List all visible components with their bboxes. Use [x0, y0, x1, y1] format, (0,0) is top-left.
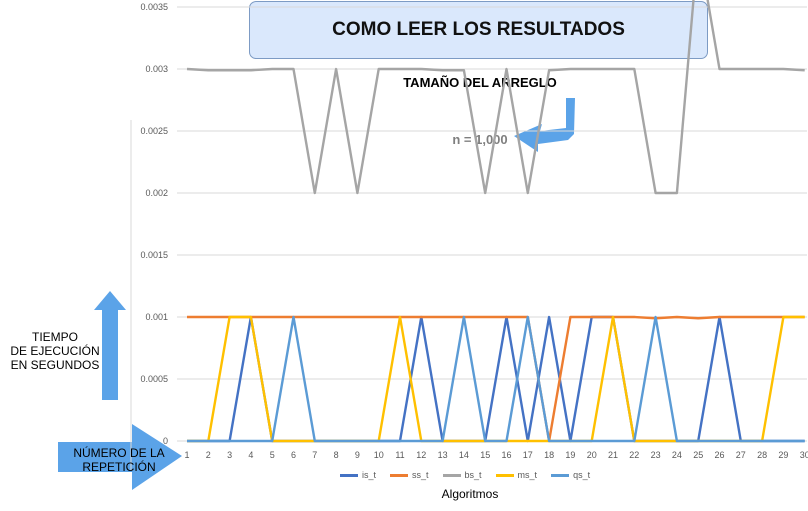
- x-tick-label: 20: [587, 450, 597, 460]
- legend-swatch: [340, 473, 358, 477]
- x-tick-label: 10: [374, 450, 384, 460]
- x-tick-label: 23: [651, 450, 661, 460]
- y-tick-label: 0.0035: [140, 2, 168, 12]
- y-tick-label: 0.0015: [140, 250, 168, 260]
- y-tick-label: 0.0025: [140, 126, 168, 136]
- legend-item: ms_t: [495, 470, 538, 480]
- x-tick-label: 11: [395, 450, 404, 460]
- x-tick-labels: 1 2 3 4 5 6 7 8 9 10 11 12 13 14 15 16 17 18 19 20 21 22 23 24 2…: [184, 450, 808, 460]
- legend-label: is_t: [362, 470, 377, 480]
- legend-swatch: [390, 473, 409, 477]
- y-tick-label: 0.0005: [140, 374, 168, 384]
- series-line-bs-t: [186, 0, 805, 195]
- legend-label: ms_t: [517, 470, 538, 480]
- legend-swatch: [495, 473, 514, 477]
- x-tick-label: 18: [544, 450, 554, 460]
- legend-label: ss_t: [412, 470, 429, 480]
- repetition-axis-annotation: NÚMERO DE LA REPETICIÓN: [60, 446, 178, 474]
- x-tick-label: 6: [291, 450, 296, 460]
- x-tick-label: 9: [355, 450, 360, 460]
- y-tick-label: 0.001: [145, 312, 168, 322]
- series-lines: [186, 0, 805, 443]
- x-tick-label: 24: [672, 450, 682, 460]
- y-tick-labels: 0 0.0005 0.001 0.0015 0.002 0.0025 0.003 0.0035…: [140, 2, 168, 446]
- x-tick-label: 4: [248, 450, 253, 460]
- legend-item: ss_t: [390, 470, 429, 480]
- x-tick-label: 16: [501, 450, 511, 460]
- x-tick-label: 30: [800, 450, 808, 460]
- repetition-label-line: NÚMERO DE LA: [73, 446, 165, 460]
- legend-item: bs_t: [442, 470, 482, 480]
- repetition-label-line: REPETICIÓN: [82, 460, 156, 474]
- legend-item: qs_t: [551, 470, 590, 480]
- x-tick-label: 15: [480, 450, 490, 460]
- x-tick-label: 7: [312, 450, 317, 460]
- x-tick-label: 12: [416, 450, 426, 460]
- x-tick-label: 22: [629, 450, 639, 460]
- x-tick-label: 25: [693, 450, 703, 460]
- chart-legend: is_t ss_t bs_t ms_t qs_t: [340, 470, 590, 480]
- grid-layer: [177, 6, 807, 442]
- x-tick-label: 19: [565, 450, 575, 460]
- x-tick-label: 14: [459, 450, 469, 460]
- y-tick-label: 0.003: [145, 64, 168, 74]
- x-tick-label: 21: [608, 450, 618, 460]
- legend-item: is_t: [340, 470, 376, 480]
- x-tick-label: 17: [523, 450, 533, 460]
- x-tick-label: 1: [184, 450, 189, 460]
- x-tick-label: 3: [227, 450, 232, 460]
- x-tick-label: 13: [438, 450, 448, 460]
- x-tick-label: 2: [206, 450, 211, 460]
- y-tick-label: 0.002: [145, 188, 168, 198]
- legend-swatch: [442, 473, 461, 477]
- x-tick-label: 27: [736, 450, 746, 460]
- x-tick-label: 8: [334, 450, 339, 460]
- legend-label: bs_t: [464, 470, 482, 480]
- legend-swatch: [551, 473, 570, 477]
- x-tick-label: 5: [270, 450, 275, 460]
- legend-label: qs_t: [573, 470, 591, 480]
- x-axis-title: Algoritmos: [441, 487, 499, 501]
- x-tick-label: 29: [778, 450, 788, 460]
- x-tick-label: 26: [714, 450, 724, 460]
- line-chart: 0 0.0005 0.001 0.0015 0.002 0.0025 0.003 0.0035…: [130, 0, 808, 470]
- x-tick-label: 28: [757, 450, 767, 460]
- y-tick-label: 0: [163, 436, 168, 446]
